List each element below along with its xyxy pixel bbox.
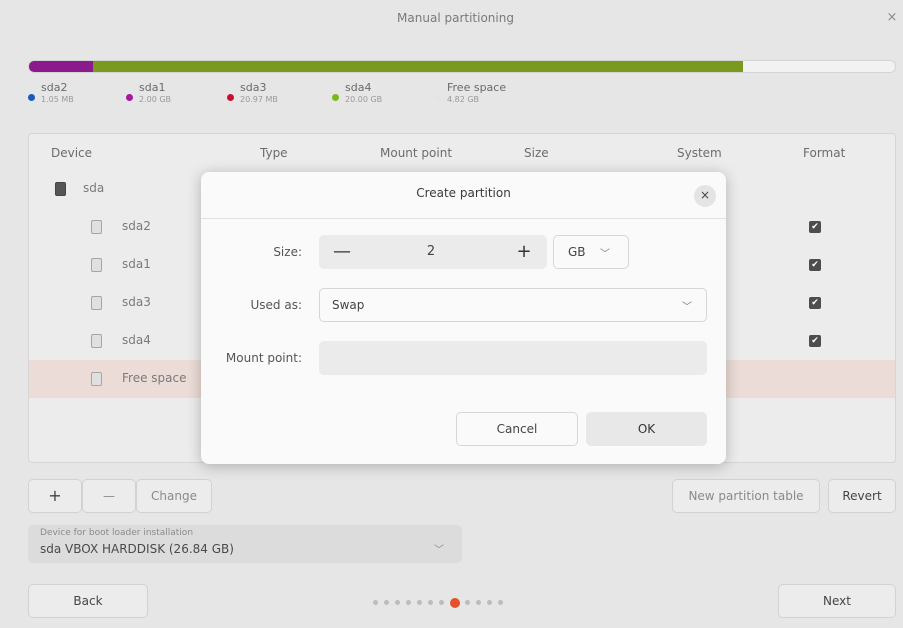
add-partition-button[interactable]: +: [28, 479, 82, 513]
dialog-title: Create partition: [416, 186, 511, 200]
size-stepper[interactable]: — 2 +: [319, 235, 547, 269]
page-dot: [406, 600, 411, 605]
page-dot: [417, 600, 422, 605]
legend-size: 4.82 GB: [447, 95, 480, 104]
close-icon[interactable]: ×: [694, 185, 716, 207]
legend-dot: [28, 94, 35, 101]
chevron-down-icon: ﹀: [434, 545, 444, 556]
page-dot: [428, 600, 433, 605]
device-label: sda3: [122, 295, 151, 309]
disk-usage-bar: [28, 60, 896, 73]
used-as-select[interactable]: Swap ﹀: [319, 288, 707, 322]
legend-name: sda3: [240, 81, 267, 94]
partition-icon: [91, 296, 102, 310]
create-partition-dialog: Create partition × Size: — 2 + GB ﹀ Used…: [201, 172, 726, 464]
legend-name: sda1: [139, 81, 166, 94]
back-button[interactable]: Back: [28, 584, 148, 618]
size-label: Size:: [273, 245, 302, 259]
used-as-label: Used as:: [250, 298, 303, 312]
page-dot: [465, 600, 470, 605]
header-size: Size: [524, 146, 549, 160]
remove-partition-button[interactable]: —: [82, 479, 136, 513]
decrease-size-button[interactable]: —: [327, 235, 357, 269]
legend-size: 2.00 GB: [139, 95, 172, 104]
format-checkbox[interactable]: ✔: [809, 259, 821, 271]
next-button[interactable]: Next: [778, 584, 896, 618]
device-label: sda: [83, 181, 105, 195]
legend-dot: [126, 94, 133, 101]
size-unit-value: GB: [568, 245, 586, 259]
chevron-down-icon: ﹀: [682, 302, 692, 313]
page-dot: [498, 600, 503, 605]
title-bar: Manual partitioning ×: [8, 6, 903, 38]
partition-icon: [91, 258, 102, 272]
bootloader-device-value: sda VBOX HARDDISK (26.84 GB): [40, 542, 234, 556]
legend-name: sda2: [41, 81, 68, 94]
partition-icon: [91, 372, 102, 386]
usage-segment-free: [743, 61, 895, 72]
legend-name: sda4: [345, 81, 372, 94]
page-dot: [439, 600, 444, 605]
header-system: System: [677, 146, 722, 160]
size-unit-select[interactable]: GB ﹀: [553, 235, 629, 269]
usage-segment-sda1: [93, 61, 743, 72]
revert-button[interactable]: Revert: [828, 479, 896, 513]
device-label: sda4: [122, 333, 151, 347]
mount-point-label: Mount point:: [225, 351, 302, 365]
device-label: sda1: [122, 257, 151, 271]
page-dot: [395, 600, 400, 605]
device-label: Free space: [122, 371, 187, 385]
header-mount-point: Mount point: [380, 146, 453, 160]
device-label: sda2: [122, 219, 151, 233]
new-partition-table-button[interactable]: New partition table: [672, 479, 820, 513]
legend-dot: [332, 94, 339, 101]
format-checkbox[interactable]: ✔: [809, 297, 821, 309]
page-dot: [487, 600, 492, 605]
header-device: Device: [51, 146, 93, 160]
legend-dot: [434, 94, 441, 101]
size-value[interactable]: 2: [369, 235, 493, 269]
legend-size: 20.97 MB: [240, 95, 278, 104]
format-checkbox[interactable]: ✔: [809, 335, 821, 347]
harddisk-icon: [55, 182, 66, 196]
ok-button[interactable]: OK: [586, 412, 707, 446]
partition-icon: [91, 334, 102, 348]
window-title: Manual partitioning: [397, 11, 514, 25]
dialog-divider: [201, 218, 726, 219]
increase-size-button[interactable]: +: [509, 235, 539, 269]
format-checkbox[interactable]: ✔: [809, 221, 821, 233]
cancel-button[interactable]: Cancel: [456, 412, 578, 446]
used-as-value: Swap: [332, 298, 365, 312]
legend-name: Free space: [447, 81, 507, 94]
partition-icon: [91, 220, 102, 234]
page-dot: [476, 600, 481, 605]
header-type: Type: [260, 146, 288, 160]
change-partition-button[interactable]: Change: [136, 479, 212, 513]
legend-dot: [227, 94, 234, 101]
usage-segment-sda2: [29, 61, 93, 72]
header-format: Format: [803, 146, 846, 160]
chevron-down-icon: ﹀: [600, 249, 610, 260]
page-dot: [373, 600, 378, 605]
bootloader-label: Device for boot loader installation: [40, 528, 194, 538]
mount-point-input[interactable]: [319, 341, 707, 375]
legend-size: 1.05 MB: [41, 95, 74, 104]
legend-size: 20.00 GB: [345, 95, 383, 104]
page-dot: [384, 600, 389, 605]
window-close-icon[interactable]: ×: [881, 6, 903, 30]
page-dot-current: [450, 598, 460, 608]
